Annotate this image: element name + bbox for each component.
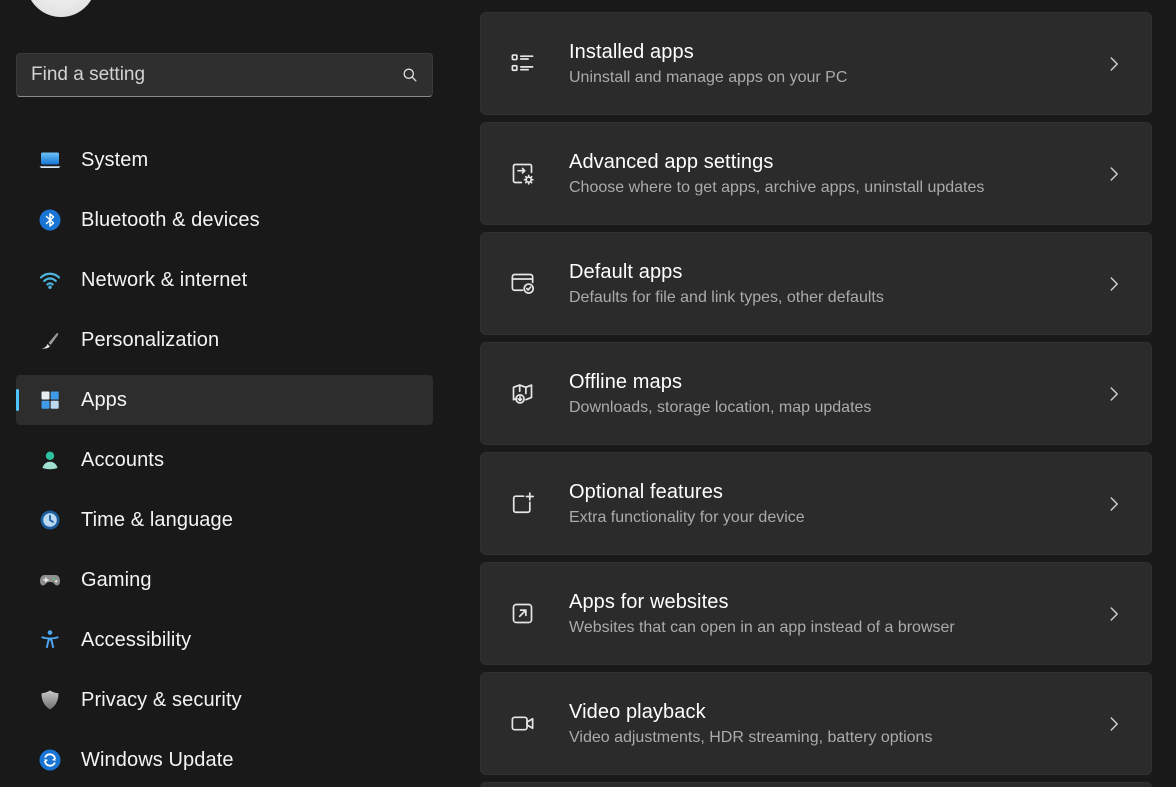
card-title: Apps for websites	[569, 590, 955, 614]
sidebar-item-label: Windows Update	[81, 749, 234, 772]
apps-grid-icon	[38, 388, 62, 412]
advanced-app-settings-icon	[509, 160, 536, 187]
card-title: Offline maps	[569, 370, 871, 394]
card-subtitle: Video adjustments, HDR streaming, batter…	[569, 728, 932, 748]
chevron-right-icon	[1103, 383, 1125, 405]
card-optional-features[interactable]: Optional features Extra functionality fo…	[480, 452, 1152, 555]
card-advanced-app-settings[interactable]: Advanced app settings Choose where to ge…	[480, 122, 1152, 225]
card-title: Video playback	[569, 700, 932, 724]
sidebar-item-label: Accessibility	[81, 629, 191, 652]
sidebar-item-gaming[interactable]: Gaming	[16, 555, 433, 605]
user-avatar[interactable]	[26, 0, 96, 17]
card-title: Default apps	[569, 260, 884, 284]
card-offline-maps[interactable]: Offline maps Downloads, storage location…	[480, 342, 1152, 445]
update-icon	[38, 748, 62, 772]
person-icon	[38, 448, 62, 472]
sidebar-item-label: Gaming	[81, 569, 152, 592]
sidebar-item-label: Accounts	[81, 449, 164, 472]
installed-apps-icon	[509, 50, 536, 77]
card-video-playback[interactable]: Video playback Video adjustments, HDR st…	[480, 672, 1152, 775]
gamepad-icon	[38, 568, 62, 592]
settings-sidebar: System Bluetooth & devices Network & int…	[0, 0, 460, 787]
sidebar-item-apps[interactable]: Apps	[16, 375, 433, 425]
card-subtitle: Uninstall and manage apps on your PC	[569, 68, 847, 88]
sidebar-item-personalization[interactable]: Personalization	[16, 315, 433, 365]
sidebar-item-bluetooth-devices[interactable]: Bluetooth & devices	[16, 195, 433, 245]
card-default-apps[interactable]: Default apps Defaults for file and link …	[480, 232, 1152, 335]
card-title: Advanced app settings	[569, 150, 984, 174]
chevron-right-icon	[1103, 53, 1125, 75]
chevron-right-icon	[1103, 273, 1125, 295]
sidebar-item-label: Time & language	[81, 509, 233, 532]
sidebar-item-network-internet[interactable]: Network & internet	[16, 255, 433, 305]
card-subtitle: Choose where to get apps, archive apps, …	[569, 178, 984, 198]
sidebar-item-label: Network & internet	[81, 269, 247, 292]
search-box[interactable]	[16, 53, 433, 97]
card-subtitle: Websites that can open in an app instead…	[569, 618, 955, 638]
clock-icon	[38, 508, 62, 532]
shield-icon	[38, 688, 62, 712]
optional-features-icon	[509, 490, 536, 517]
sidebar-item-accounts[interactable]: Accounts	[16, 435, 433, 485]
sidebar-nav: System Bluetooth & devices Network & int…	[16, 135, 433, 787]
chevron-right-icon	[1103, 713, 1125, 735]
bluetooth-icon	[38, 208, 62, 232]
chevron-right-icon	[1103, 163, 1125, 185]
offline-maps-icon	[509, 380, 536, 407]
card-apps-for-websites[interactable]: Apps for websites Websites that can open…	[480, 562, 1152, 665]
sidebar-item-privacy-security[interactable]: Privacy & security	[16, 675, 433, 725]
search-icon[interactable]	[400, 65, 420, 85]
apps-settings-list: Installed apps Uninstall and manage apps…	[480, 12, 1152, 787]
card-subtitle: Defaults for file and link types, other …	[569, 288, 884, 308]
chevron-right-icon	[1103, 603, 1125, 625]
card-title: Installed apps	[569, 40, 847, 64]
wifi-icon	[38, 268, 62, 292]
card-title: Optional features	[569, 480, 805, 504]
sidebar-item-label: Personalization	[81, 329, 219, 352]
system-icon	[38, 148, 62, 172]
default-apps-icon	[509, 270, 536, 297]
sidebar-item-accessibility[interactable]: Accessibility	[16, 615, 433, 665]
selection-indicator	[16, 389, 19, 411]
sidebar-item-label: Bluetooth & devices	[81, 209, 260, 232]
paintbrush-icon	[38, 328, 62, 352]
sidebar-item-system[interactable]: System	[16, 135, 433, 185]
sidebar-item-windows-update[interactable]: Windows Update	[16, 735, 433, 785]
apps-for-websites-icon	[509, 600, 536, 627]
card-subtitle: Extra functionality for your device	[569, 508, 805, 528]
chevron-right-icon	[1103, 493, 1125, 515]
accessibility-icon	[38, 628, 62, 652]
card-subtitle: Downloads, storage location, map updates	[569, 398, 871, 418]
search-input[interactable]	[31, 64, 400, 86]
video-playback-icon	[509, 710, 536, 737]
sidebar-item-label: Privacy & security	[81, 689, 242, 712]
card-installed-apps[interactable]: Installed apps Uninstall and manage apps…	[480, 12, 1152, 115]
sidebar-item-time-language[interactable]: Time & language	[16, 495, 433, 545]
sidebar-item-label: System	[81, 149, 148, 172]
card-partial-bottom[interactable]	[480, 782, 1152, 787]
sidebar-item-label: Apps	[81, 389, 127, 412]
